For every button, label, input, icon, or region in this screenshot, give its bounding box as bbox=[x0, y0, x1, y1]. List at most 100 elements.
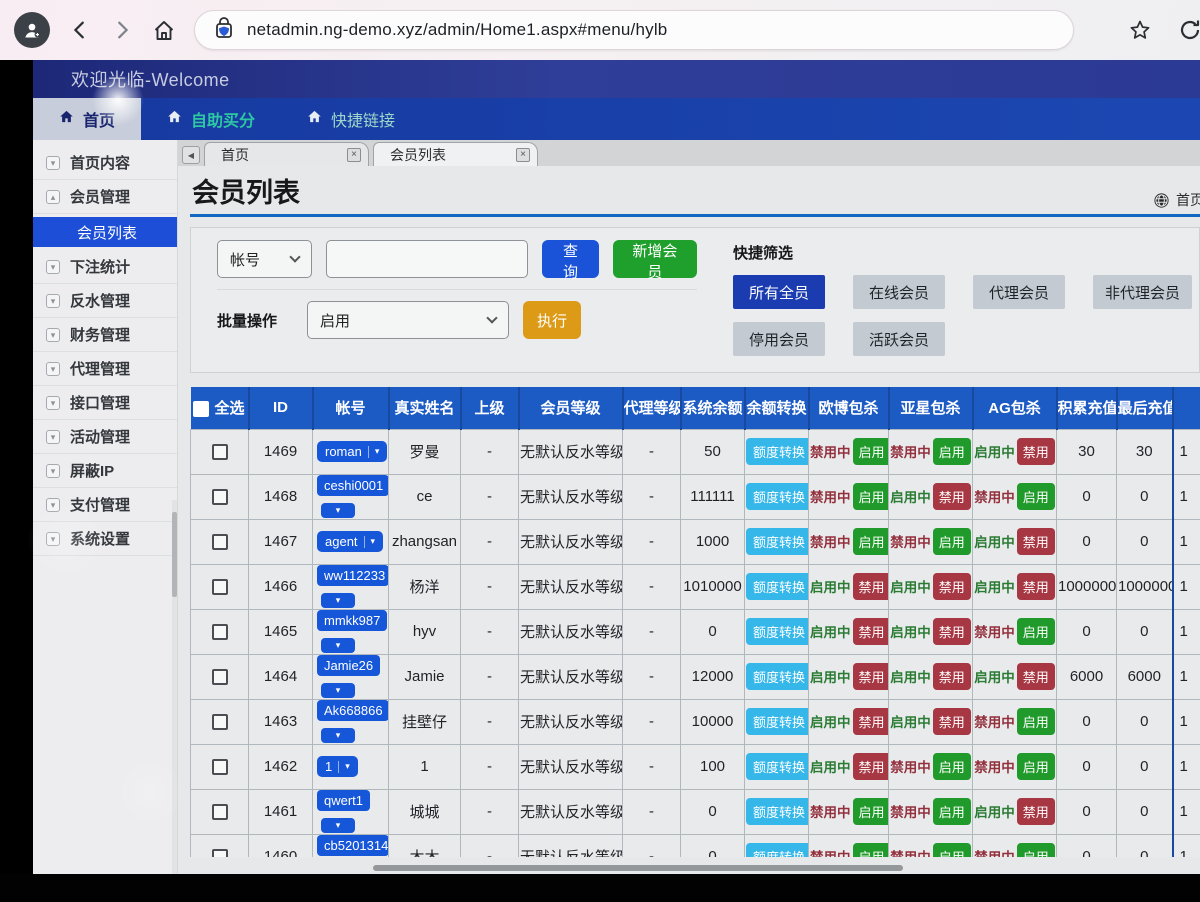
disable-button[interactable]: 禁用 bbox=[853, 573, 889, 600]
sidebar-item-活动管理[interactable]: ▾活动管理 bbox=[33, 420, 177, 454]
quick-filter-代理会员[interactable]: 代理会员 bbox=[973, 275, 1065, 309]
disable-button[interactable]: 禁用 bbox=[1017, 663, 1055, 690]
enable-button[interactable]: 启用 bbox=[853, 438, 889, 465]
enable-button[interactable]: 启用 bbox=[933, 438, 971, 465]
quick-filter-活跃会员[interactable]: 活跃会员 bbox=[853, 322, 945, 356]
disable-button[interactable]: 禁用 bbox=[933, 483, 971, 510]
sidebar-item-系统设置[interactable]: ▾系统设置 bbox=[33, 522, 177, 556]
transfer-button[interactable]: 额度转换 bbox=[746, 843, 809, 857]
nav-tab-1[interactable]: 首页 bbox=[33, 98, 141, 140]
disable-button[interactable]: 禁用 bbox=[1017, 438, 1055, 465]
disable-button[interactable]: 禁用 bbox=[933, 663, 971, 690]
disable-button[interactable]: 禁用 bbox=[853, 753, 889, 780]
account-caret-pill[interactable]: ▾ bbox=[321, 503, 355, 518]
disable-button[interactable]: 禁用 bbox=[933, 573, 971, 600]
enable-button[interactable]: 启用 bbox=[1017, 753, 1055, 780]
row-checkbox[interactable] bbox=[212, 759, 228, 775]
nav-tab-3[interactable]: 快捷链接 bbox=[281, 98, 421, 140]
account-name-pill[interactable]: mmkk987 bbox=[317, 610, 387, 631]
breadcrumb[interactable]: 首页 bbox=[1153, 190, 1200, 210]
transfer-button[interactable]: 额度转换 bbox=[746, 528, 809, 555]
sidebar-item-首页内容[interactable]: ▾首页内容 bbox=[33, 146, 177, 180]
bookmark-star-icon[interactable] bbox=[1128, 18, 1152, 42]
enable-button[interactable]: 启用 bbox=[853, 798, 889, 825]
home-icon[interactable] bbox=[152, 18, 176, 42]
account-name-pill[interactable]: ww112233 bbox=[317, 565, 389, 586]
address-bar[interactable]: netadmin.ng-demo.xyz/admin/Home1.aspx#me… bbox=[194, 10, 1074, 50]
quick-filter-非代理会员[interactable]: 非代理会员 bbox=[1093, 275, 1192, 309]
search-input[interactable] bbox=[326, 240, 528, 278]
quick-filter-在线会员[interactable]: 在线会员 bbox=[853, 275, 945, 309]
document-tab-会员列表[interactable]: 会员列表× bbox=[373, 142, 538, 166]
disable-button[interactable]: 禁用 bbox=[853, 618, 889, 645]
account-dropdown[interactable]: agent▾ bbox=[317, 531, 383, 552]
sidebar-item-支付管理[interactable]: ▾支付管理 bbox=[33, 488, 177, 522]
site-lock-icon[interactable] bbox=[213, 16, 235, 45]
row-checkbox[interactable] bbox=[212, 714, 228, 730]
enable-button[interactable]: 启用 bbox=[1017, 843, 1055, 857]
enable-button[interactable]: 启用 bbox=[1017, 483, 1055, 510]
row-checkbox[interactable] bbox=[212, 804, 228, 820]
disable-button[interactable]: 禁用 bbox=[853, 663, 889, 690]
transfer-button[interactable]: 额度转换 bbox=[746, 573, 809, 600]
sidebar-item-屏蔽IP[interactable]: ▾屏蔽IP bbox=[33, 454, 177, 488]
disable-button[interactable]: 禁用 bbox=[933, 618, 971, 645]
close-icon[interactable]: × bbox=[347, 148, 361, 162]
select-all-checkbox[interactable] bbox=[193, 401, 209, 417]
sidebar-item-会员列表[interactable]: 会员列表 bbox=[33, 217, 177, 247]
horizontal-scrollbar[interactable] bbox=[373, 865, 903, 871]
sidebar-item-反水管理[interactable]: ▾反水管理 bbox=[33, 284, 177, 318]
transfer-button[interactable]: 额度转换 bbox=[746, 438, 809, 465]
sidebar-item-代理管理[interactable]: ▾代理管理 bbox=[33, 352, 177, 386]
disable-button[interactable]: 禁用 bbox=[1017, 798, 1055, 825]
enable-button[interactable]: 启用 bbox=[853, 483, 889, 510]
nav-tab-2[interactable]: 自助买分 bbox=[141, 98, 281, 140]
enable-button[interactable]: 启用 bbox=[933, 528, 971, 555]
enable-button[interactable]: 启用 bbox=[933, 753, 971, 780]
disable-button[interactable]: 禁用 bbox=[1017, 528, 1055, 555]
sidebar-scrollbar[interactable] bbox=[172, 500, 177, 874]
execute-button[interactable]: 执行 bbox=[523, 301, 581, 339]
search-button[interactable]: 查询 bbox=[542, 240, 598, 278]
quick-filter-所有全员[interactable]: 所有全员 bbox=[733, 275, 825, 309]
back-icon[interactable] bbox=[68, 18, 92, 42]
close-icon[interactable]: × bbox=[516, 148, 530, 162]
forward-icon[interactable] bbox=[110, 18, 134, 42]
transfer-button[interactable]: 额度转换 bbox=[746, 753, 809, 780]
account-name-pill[interactable]: qwert1 bbox=[317, 790, 370, 811]
add-member-button[interactable]: 新增会员 bbox=[613, 240, 697, 278]
account-name-pill[interactable]: Jamie26 bbox=[317, 655, 380, 676]
account-name-pill[interactable]: ceshi0001 bbox=[317, 475, 389, 496]
transfer-button[interactable]: 额度转换 bbox=[746, 663, 809, 690]
document-tab-首页[interactable]: 首页× bbox=[204, 142, 369, 166]
enable-button[interactable]: 启用 bbox=[853, 528, 889, 555]
row-checkbox[interactable] bbox=[212, 849, 228, 857]
refresh-icon[interactable] bbox=[1178, 18, 1200, 42]
transfer-button[interactable]: 额度转换 bbox=[746, 798, 809, 825]
row-checkbox[interactable] bbox=[212, 669, 228, 685]
account-dropdown[interactable]: roman▾ bbox=[317, 441, 387, 462]
sidebar-item-下注统计[interactable]: ▾下注统计 bbox=[33, 250, 177, 284]
disable-button[interactable]: 禁用 bbox=[933, 708, 971, 735]
disable-button[interactable]: 禁用 bbox=[1017, 573, 1055, 600]
account-caret-pill[interactable]: ▾ bbox=[321, 593, 355, 608]
search-field-select[interactable]: 帐号 bbox=[217, 240, 312, 278]
row-checkbox[interactable] bbox=[212, 444, 228, 460]
transfer-button[interactable]: 额度转换 bbox=[746, 618, 809, 645]
account-caret-pill[interactable]: ▾ bbox=[321, 728, 355, 743]
account-dropdown[interactable]: 1▾ bbox=[317, 756, 358, 777]
disable-button[interactable]: 禁用 bbox=[853, 708, 889, 735]
enable-button[interactable]: 启用 bbox=[853, 843, 889, 857]
batch-action-select[interactable]: 启用 bbox=[307, 301, 509, 339]
transfer-button[interactable]: 额度转换 bbox=[746, 708, 809, 735]
sidebar-item-接口管理[interactable]: ▾接口管理 bbox=[33, 386, 177, 420]
sidebar-item-会员管理[interactable]: ▴会员管理 bbox=[33, 180, 177, 214]
account-caret-pill[interactable]: ▾ bbox=[321, 683, 355, 698]
transfer-button[interactable]: 额度转换 bbox=[746, 483, 809, 510]
quick-filter-停用会员[interactable]: 停用会员 bbox=[733, 322, 825, 356]
enable-button[interactable]: 启用 bbox=[1017, 618, 1055, 645]
enable-button[interactable]: 启用 bbox=[1017, 708, 1055, 735]
enable-button[interactable]: 启用 bbox=[933, 843, 971, 857]
enable-button[interactable]: 启用 bbox=[933, 798, 971, 825]
account-name-pill[interactable]: cb5201314 bbox=[317, 835, 389, 856]
